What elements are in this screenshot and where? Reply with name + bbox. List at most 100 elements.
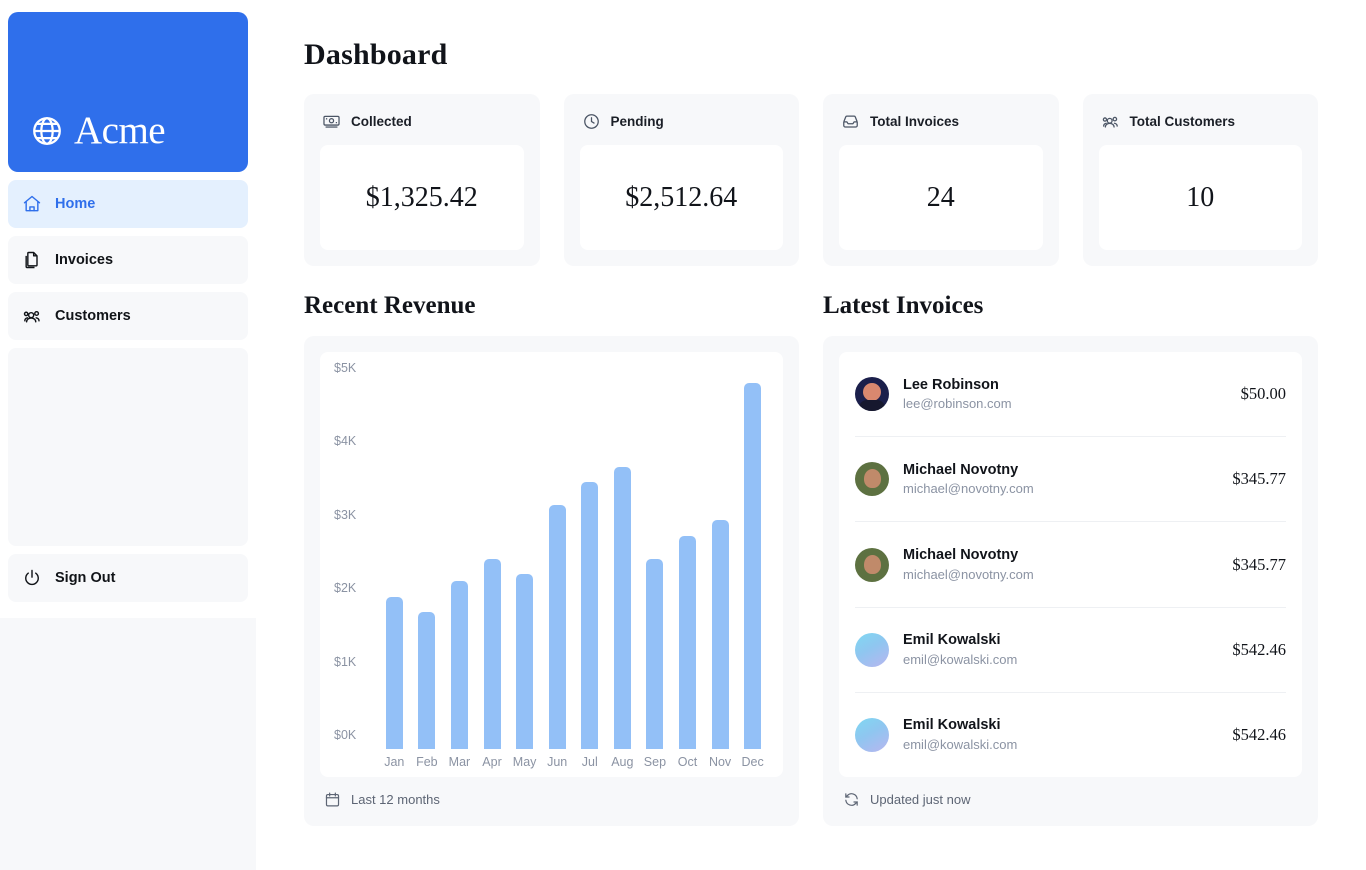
avatar [855,717,889,752]
sidebar-item-customers[interactable]: Customers [8,292,248,340]
documents-icon [22,250,42,270]
invoice-amount: $345.77 [1232,554,1286,574]
chart-bar[interactable] [483,558,501,749]
invoice-customer: Emil Kowalski emil@kowalski.com [903,631,1218,668]
chart-y-axis: $5K $4K $3K $2K $1K $0K [334,361,378,742]
avatar [855,632,889,667]
revenue-chart: $5K $4K $3K $2K $1K $0K Jan Feb Mar Apr May Jun Jul… [320,352,783,777]
chart-bar-column[interactable] [378,368,411,749]
refresh-icon [843,791,860,808]
chart-bar-column[interactable] [541,368,574,749]
chart-bar[interactable] [678,535,696,749]
invoice-row[interactable]: Michael Novotny michael@novotny.com $345.7… [855,436,1286,521]
invoice-row[interactable]: Emil Kowalski emil@kowalski.com $542.46 [855,691,1286,777]
main-content: Dashboard Collected $1,325.42 Pending $2… [256,0,1366,870]
chart-x-tick: Apr [482,755,502,769]
chart-x-tick: May [512,755,537,769]
invoice-list: Lee Robinson lee@robinson.com $50.00 Michae… [839,352,1302,777]
revenue-footer: Last 12 months [320,777,783,810]
chart-bar-column[interactable] [443,368,476,749]
sidebar-spacer [8,348,248,546]
chart-x-tick: Aug [611,755,634,769]
page-title: Dashboard [304,38,448,71]
home-icon [22,194,42,214]
chart-bars [378,368,769,749]
chart-bar-column[interactable] [573,368,606,749]
chart-bar-column[interactable] [639,368,672,749]
avatar [855,462,889,497]
invoice-row[interactable]: Emil Kowalski emil@kowalski.com $542.46 [855,606,1286,692]
sidebar-item-label: Customers [55,308,131,324]
invoices-footer: Updated just now [839,777,1302,810]
inbox-icon [841,112,860,131]
chart-x-tick: Jul [581,755,598,769]
chart-bar-column[interactable] [736,368,769,749]
sign-out-label: Sign Out [55,570,116,586]
users-icon [22,306,42,326]
stat-card-value: $1,325.42 [320,145,524,250]
chart-bar[interactable] [744,383,762,749]
revenue-section: Recent Revenue $5K $4K $3K $2K $1K $0K Jan Feb… [304,292,799,826]
dashboard-app: Acme Home Invoices Customers Sign Out Da… [0,0,1366,870]
chart-x-tick: Oct [677,755,698,769]
chart-x-tick: Sep [643,755,667,769]
clock-icon [582,112,601,131]
stat-card-total-invoices: Total Invoices 24 [823,94,1059,266]
invoice-customer-email: emil@kowalski.com [903,651,1018,667]
app-logo-text: Acme [74,109,166,152]
invoice-customer-name: Michael Novotny [903,546,1019,563]
chart-x-tick: Feb [416,755,438,769]
invoice-customer-email: emil@kowalski.com [903,736,1018,752]
app-logo[interactable]: Acme [8,12,248,172]
chart-x-tick: Dec [741,755,764,769]
stat-card-value: 10 [1098,145,1302,250]
stat-card-collected: Collected $1,325.42 [304,94,540,266]
invoice-customer-email: lee@robinson.com [903,396,1012,412]
chart-bar[interactable] [613,467,631,749]
sign-out-button[interactable]: Sign Out [8,554,248,602]
invoices-section: Latest Invoices Lee Robinson lee@robinson… [823,292,1318,826]
chart-y-tick: $4K [334,434,357,449]
revenue-title: Recent Revenue [304,292,476,319]
invoice-row[interactable]: Lee Robinson lee@robinson.com $50.00 [855,352,1286,436]
invoice-row[interactable]: Michael Novotny michael@novotny.com $345.7… [855,521,1286,606]
chart-bar-column[interactable] [606,368,639,749]
calendar-icon [324,791,341,808]
chart-bar[interactable] [548,505,566,749]
chart-y-tick: $0K [334,727,357,742]
chart-bar-column[interactable] [671,368,704,749]
chart-y-tick: $5K [334,361,357,375]
sidebar: Acme Home Invoices Customers Sign Out [0,0,256,870]
sidebar-item-home[interactable]: Home [8,180,248,228]
stat-card-value: 24 [839,145,1043,250]
chart-x-tick: Jan [384,755,405,769]
stat-card-pending: Pending $2,512.64 [563,94,799,266]
invoice-amount: $345.77 [1232,469,1286,489]
banknote-icon [322,112,341,131]
chart-bar[interactable] [385,596,403,749]
chart-bar[interactable] [646,558,664,749]
users-icon [1101,112,1120,131]
invoice-customer-email: michael@novotny.com [903,566,1034,582]
chart-bar-column[interactable] [411,368,444,749]
chart-x-axis: Jan Feb Mar Apr May Jun Jul Aug Sep Oct Nov Dec [378,749,769,771]
invoice-amount: $50.00 [1240,384,1286,404]
invoice-amount: $542.46 [1232,724,1286,744]
invoice-customer-name: Michael Novotny [903,461,1019,478]
avatar [855,547,889,582]
invoice-customer: Emil Kowalski emil@kowalski.com [903,716,1218,753]
sidebar-item-label: Invoices [55,252,114,268]
chart-bar[interactable] [711,520,729,749]
chart-bar-column[interactable] [508,368,541,749]
chart-x-tick: Nov [708,755,732,769]
chart-bar[interactable] [581,482,599,749]
invoice-customer-name: Lee Robinson [903,376,999,393]
dashboard-panels: Recent Revenue $5K $4K $3K $2K $1K $0K Jan Feb… [304,292,1318,826]
invoice-customer: Michael Novotny michael@novotny.com [903,461,1218,498]
chart-bar[interactable] [450,581,468,749]
sidebar-item-invoices[interactable]: Invoices [8,236,248,284]
chart-bar[interactable] [516,573,534,749]
chart-bar[interactable] [418,611,436,749]
chart-bar-column[interactable] [476,368,509,749]
chart-bar-column[interactable] [704,368,737,749]
